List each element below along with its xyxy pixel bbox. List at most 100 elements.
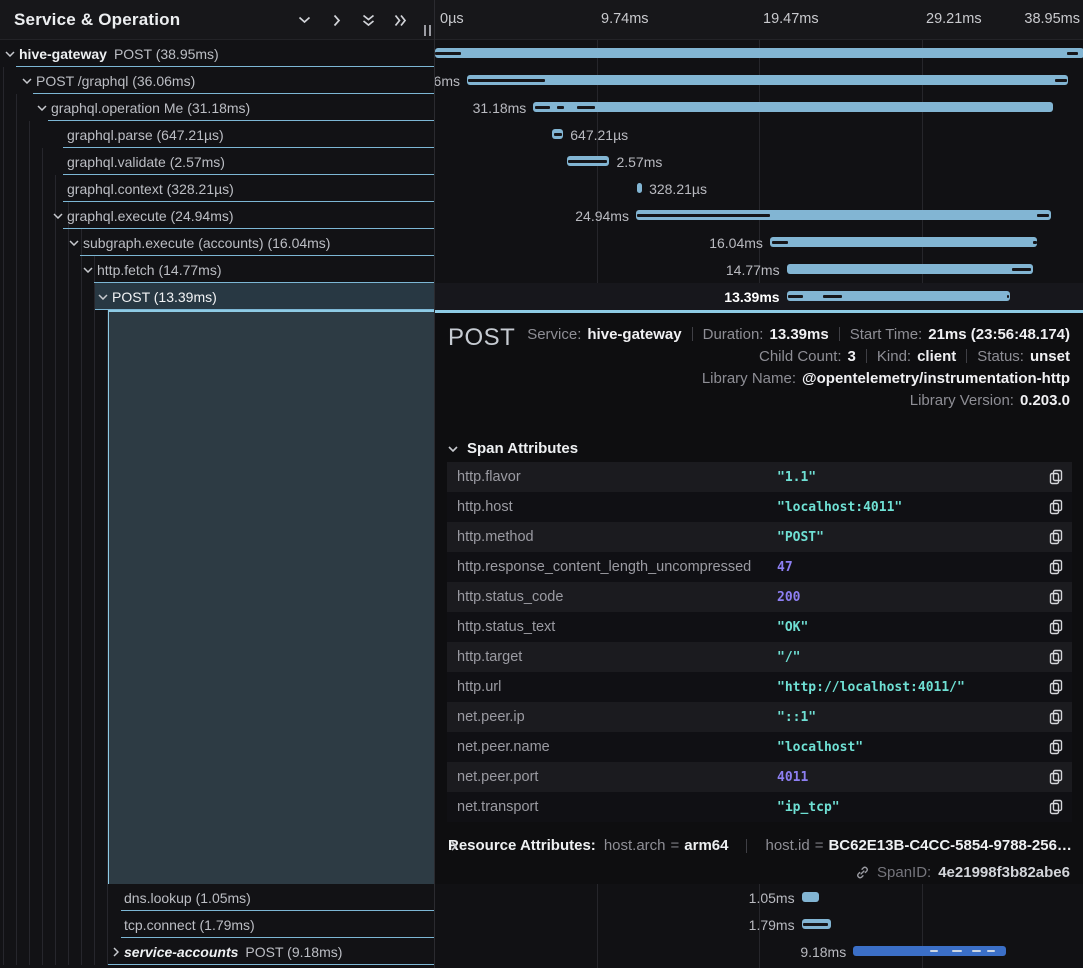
chevron-down-icon[interactable] [68,237,80,249]
copy-icon[interactable] [1049,559,1063,575]
tree-row-selected[interactable]: POST (13.39ms) [0,283,434,310]
tree-header-icons [297,0,408,40]
duration-label: 1.79ms [749,917,795,933]
attribute-row: http.response_content_length_uncompresse… [447,552,1072,582]
span-bar[interactable] [802,919,832,929]
copy-icon[interactable] [1049,469,1063,485]
expand-one-icon[interactable] [329,13,344,28]
attribute-value: "POST" [777,530,824,545]
attributes-table: http.flavor"1.1" http.host"localhost:401… [447,462,1072,822]
tree-row[interactable]: http.fetch (14.77ms) [0,256,434,283]
span-bar[interactable] [533,102,1053,112]
attribute-value: "/" [777,650,800,665]
tree-row[interactable]: graphql.validate (2.57ms) [0,148,434,175]
attribute-value: "localhost" [777,740,863,755]
span-bar[interactable] [435,48,1083,58]
section-title: Resource Attributes: [448,837,596,854]
collapse-one-icon[interactable] [297,13,312,28]
copy-icon[interactable] [1049,769,1063,785]
meta-value: 3 [848,348,856,365]
span-bar[interactable] [637,183,642,193]
operation-label: http.fetch (14.77ms) [97,262,222,278]
tree-row[interactable]: hive-gateway POST (38.95ms) [0,40,434,67]
span-bar[interactable] [787,291,1010,301]
span-bar[interactable] [552,129,563,139]
operation-label: POST (38.95ms) [114,46,219,62]
operation-label: graphql.validate (2.57ms) [67,154,225,170]
operation-label: graphql.operation Me (31.18ms) [51,100,250,116]
link-icon[interactable] [855,865,870,880]
timeline-row: 14.77ms [435,256,1083,283]
tree-row[interactable]: graphql.context (328.21µs) [0,175,434,202]
tree-row[interactable]: POST /graphql (36.06ms) [0,67,434,94]
attribute-value: 47 [777,560,793,575]
operation-label: tcp.connect (1.79ms) [124,917,255,933]
chevron-down-icon[interactable] [4,48,16,60]
span-bar[interactable] [567,156,610,166]
attribute-key: http.status_code [447,589,777,605]
copy-icon[interactable] [1049,649,1063,665]
time-tick: 0µs [440,11,464,27]
chevron-down-icon[interactable] [36,102,48,114]
chevron-down-icon[interactable] [21,75,33,87]
resource-pair: host.id=BC62E13B-C4CC-5854-9788-256… [765,837,1071,854]
copy-icon[interactable] [1049,619,1063,635]
chevron-down-icon[interactable] [52,210,64,222]
resource-value: arm64 [684,837,728,854]
span-attributes-header[interactable]: Span Attributes [447,440,578,457]
timeline-row: 1.05ms [435,884,1083,911]
timeline-row: 13.39ms [435,283,1083,310]
copy-icon[interactable] [1049,799,1063,815]
chevron-down-icon[interactable] [82,264,94,276]
span-bar[interactable] [802,892,819,902]
chevron-right-icon[interactable] [110,946,122,958]
timeline-row: 31.18ms [435,94,1083,121]
copy-icon[interactable] [1049,499,1063,515]
collapse-all-icon[interactable] [361,13,376,28]
span-meta: Service: hive-gateway Duration: 13.39ms … [527,323,1070,411]
span-bar[interactable] [467,75,1068,85]
span-bar[interactable] [853,946,1006,956]
tree-row[interactable]: subgraph.execute (accounts) (16.04ms) [0,229,434,256]
attribute-key: http.method [447,529,777,545]
equals-sign: = [671,837,680,854]
service-name: service-accounts [124,944,238,960]
time-tick: 29.21ms [926,11,982,27]
tree-row[interactable]: graphql.operation Me (31.18ms) [0,94,434,121]
panel-resize-handle[interactable] [424,25,431,36]
tree-row[interactable]: graphql.execute (24.94ms) [0,202,434,229]
span-bar[interactable] [787,264,1033,274]
chevron-down-icon[interactable] [97,291,109,303]
expand-all-icon[interactable] [393,13,408,28]
tree-row[interactable]: dns.lookup (1.05ms) [0,884,434,911]
tree-row[interactable]: service-accounts POST (9.18ms) [0,938,434,965]
copy-icon[interactable] [1049,709,1063,725]
copy-icon[interactable] [1049,739,1063,755]
span-id-row: SpanID: 4e21998f3b82abe6 [855,864,1070,881]
span-title: POST [448,324,515,352]
copy-icon[interactable] [1049,529,1063,545]
attribute-row: http.status_code200 [447,582,1072,612]
tree-row[interactable]: tcp.connect (1.79ms) [0,911,434,938]
resource-attributes-row[interactable]: Resource Attributes: host.arch=arm64 hos… [448,837,1072,854]
attribute-key: net.peer.port [447,769,777,785]
attribute-value: 4011 [777,770,808,785]
meta-value: 13.39ms [769,326,828,343]
attribute-value: "::1" [777,710,816,725]
time-tick: 38.95ms [1024,11,1080,27]
timeline-header: 0µs 9.74ms 19.47ms 29.21ms 38.95ms [435,0,1083,40]
span-bar[interactable] [636,210,1052,220]
span-bar[interactable] [770,237,1037,247]
timeline-row: 647.21µs [435,121,1083,148]
copy-icon[interactable] [1049,589,1063,605]
attribute-row: http.method"POST" [447,522,1072,552]
operation-label: POST (9.18ms) [245,944,342,960]
detail-row-left-fill [108,310,434,884]
span-id-value: 4e21998f3b82abe6 [938,864,1070,881]
meta-label: Kind: [877,348,911,365]
copy-icon[interactable] [1049,679,1063,695]
tree-row[interactable]: graphql.parse (647.21µs) [0,121,434,148]
span-row-underline [108,964,434,965]
timeline-row: 2.57ms [435,148,1083,175]
span-tree-panel: Service & Operation hive-gateway [0,0,434,968]
